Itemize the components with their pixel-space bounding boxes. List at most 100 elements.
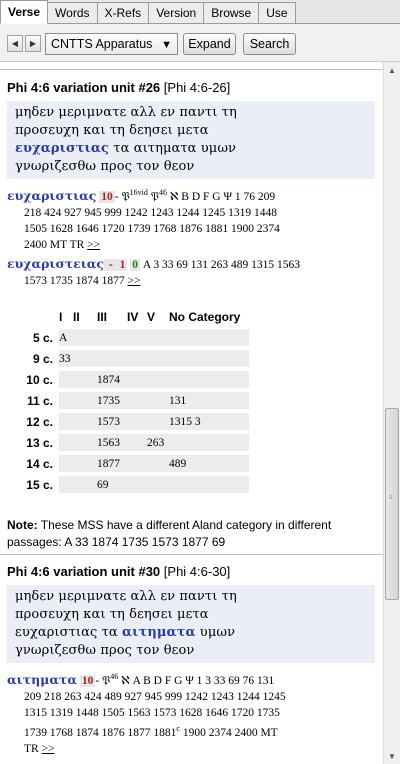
table-row: 10 c. 1874: [15, 371, 249, 388]
tab-browse[interactable]: Browse: [203, 2, 260, 23]
table-cell: [127, 455, 147, 472]
unit-title: Phi 4:6 variation unit #26 [Phi 4:6-26]: [7, 80, 375, 95]
tab-verse[interactable]: Verse: [0, 0, 49, 24]
unit-title-text: Phi 4:6 variation unit #30: [7, 564, 161, 579]
manuscript-list: 𝔓: [147, 190, 159, 203]
greek-text: τα αιτηματα υμων: [109, 141, 237, 156]
tab-x-refs[interactable]: X-Refs: [96, 2, 150, 23]
table-cell: [73, 455, 97, 472]
table-row: 14 c. 1877 489: [15, 455, 249, 472]
variant-word[interactable]: ευχαριστειας: [7, 256, 104, 271]
table-cell: 263: [147, 434, 169, 451]
chevron-down-icon: ▼: [161, 39, 172, 51]
column-header: No Category: [169, 309, 241, 324]
column-header: III: [97, 309, 108, 324]
search-button[interactable]: Search: [243, 33, 296, 55]
table-cell: [59, 413, 73, 430]
more-link[interactable]: >>: [87, 239, 100, 251]
table-cell: [73, 371, 97, 388]
note-text: Note: These MSS have a different Aland c…: [7, 517, 372, 551]
apparatus-content: Phi 4:6 variation unit #26 [Phi 4:6-26] …: [0, 62, 383, 764]
unit-title: Phi 4:6 variation unit #30 [Phi 4:6-30]: [7, 564, 375, 579]
table-cell: [59, 371, 73, 388]
unit-reference[interactable]: [Phi 4:6-26]: [164, 80, 231, 95]
column-header: V: [147, 309, 156, 324]
table-cell: 1735: [97, 392, 127, 409]
scrollbar-thumb[interactable]: ≡: [385, 408, 399, 600]
tab-use[interactable]: Use: [258, 2, 296, 23]
greek-text: μηδεν μεριμνατε αλλ εν παντι τη: [15, 589, 237, 604]
variant-code: 1: [117, 258, 128, 271]
more-link[interactable]: >>: [42, 743, 55, 755]
unit-title-text: Phi 4:6 variation unit #26: [7, 80, 161, 95]
table-cell: [127, 413, 147, 430]
table-cell: 131: [169, 392, 249, 409]
table-cell: [169, 476, 249, 493]
table-cell: 1877: [97, 455, 127, 472]
reading-variant: ευχαριστιας 10- 𝔓16vid 𝔓46 ℵ B D F G Ψ 1…: [7, 185, 375, 253]
table-cell: [147, 476, 169, 493]
table-cell: 69: [97, 476, 127, 493]
highlighted-word[interactable]: ευχαριστιας: [15, 141, 109, 156]
tab-words[interactable]: Words: [47, 2, 98, 23]
note-body: These MSS have a different Aland categor…: [7, 518, 332, 549]
resource-dropdown[interactable]: CNTTS Apparatus ▼: [45, 33, 178, 55]
variation-unit-26: Phi 4:6 variation unit #26 [Phi 4:6-26] …: [7, 80, 375, 289]
variant-word[interactable]: ευχαριστιας: [7, 188, 96, 203]
table-cell: [127, 392, 147, 409]
table-cell: [97, 350, 127, 367]
greek-verse-text: μηδεν μεριμνατε αλλ εν παντι τη προσευχη …: [7, 585, 375, 663]
table-cell: [147, 413, 169, 430]
table-cell: 1563: [97, 434, 127, 451]
manuscript-list: - 𝔓: [95, 674, 111, 687]
greek-text: ευχαριστιας τα: [15, 625, 122, 640]
table-cell: [127, 371, 147, 388]
unit-reference[interactable]: [Phi 4:6-30]: [164, 564, 231, 579]
vertical-scrollbar[interactable]: ▲ ≡ ▼: [383, 62, 400, 764]
table-cell: 33: [59, 350, 73, 367]
tab-version[interactable]: Version: [148, 2, 205, 23]
table-cell: [73, 329, 97, 346]
reading-variant: αιτηματα 10- 𝔓46 ℵ A B D F G Ψ 1 3 33 69…: [7, 669, 375, 757]
greek-text: προσευχη και τη δεησει μετα: [15, 123, 209, 138]
century-label: 14 c.: [26, 456, 53, 471]
greek-text: προσευχη και τη δεησει μετα: [15, 607, 209, 622]
superscript: 46: [158, 188, 167, 197]
variant-word[interactable]: αιτηματα: [7, 672, 77, 687]
manuscript-list: 218 424 927 945 999 1242 1243 1244 1245 …: [24, 206, 277, 219]
scroll-up-icon[interactable]: ▲: [385, 62, 399, 78]
manuscript-list: ℵ B D F G Ψ 1 76 209: [166, 190, 276, 203]
table-cell: [147, 371, 169, 388]
manuscript-list: - 𝔓: [114, 190, 130, 203]
reading-variant: ευχαριστειας - 1 0 A 3 33 69 131 263 489…: [7, 256, 375, 289]
forward-arrow-icon[interactable]: ▶: [25, 35, 41, 52]
greek-text: μηδεν μεριμνατε αλλ εν παντι τη: [15, 105, 237, 120]
table-cell: [73, 413, 97, 430]
variation-unit-30: Phi 4:6 variation unit #30 [Phi 4:6-30] …: [7, 564, 375, 757]
manuscript-list: ℵ A B D F G Ψ 1 3 33 69 76 131: [118, 674, 275, 687]
highlighted-word[interactable]: αιτηματα: [122, 625, 196, 640]
greek-line: ευχαριστιας τα αιτηματα υμων: [15, 624, 369, 642]
table-header-row: I II III IV V No Category: [15, 308, 249, 325]
century-label: 13 c.: [26, 435, 53, 450]
greek-text: γνωριζεσθω προς τον θεον: [15, 159, 195, 174]
greek-line: προσευχη και τη δεησει μετα: [15, 606, 369, 624]
table-cell: [169, 329, 249, 346]
resource-dropdown-value: CNTTS Apparatus: [51, 37, 153, 51]
greek-verse-text: μηδεν μεριμνατε αλλ εν παντι τη προσευχη …: [7, 101, 375, 179]
expand-button[interactable]: Expand: [183, 33, 236, 55]
back-arrow-icon[interactable]: ◀: [7, 35, 23, 52]
table-cell: A: [59, 329, 73, 346]
scroll-down-icon[interactable]: ▼: [385, 748, 399, 764]
manuscript-list-end: 2400 MT TR >>: [24, 238, 101, 251]
unit-divider: [0, 69, 383, 70]
greek-line: γνωριζεσθω προς τον θεον: [15, 642, 369, 660]
previous-unit-cutoff: [7, 62, 375, 68]
more-link[interactable]: >>: [128, 275, 141, 287]
manuscript-list-end: 1573 1735 1874 1877 >>: [24, 274, 141, 287]
table-cell: [147, 392, 169, 409]
greek-text: υμων: [195, 625, 236, 640]
table-cell: [169, 350, 249, 367]
table-cell: [147, 455, 169, 472]
century-label: 11 c.: [26, 393, 53, 408]
